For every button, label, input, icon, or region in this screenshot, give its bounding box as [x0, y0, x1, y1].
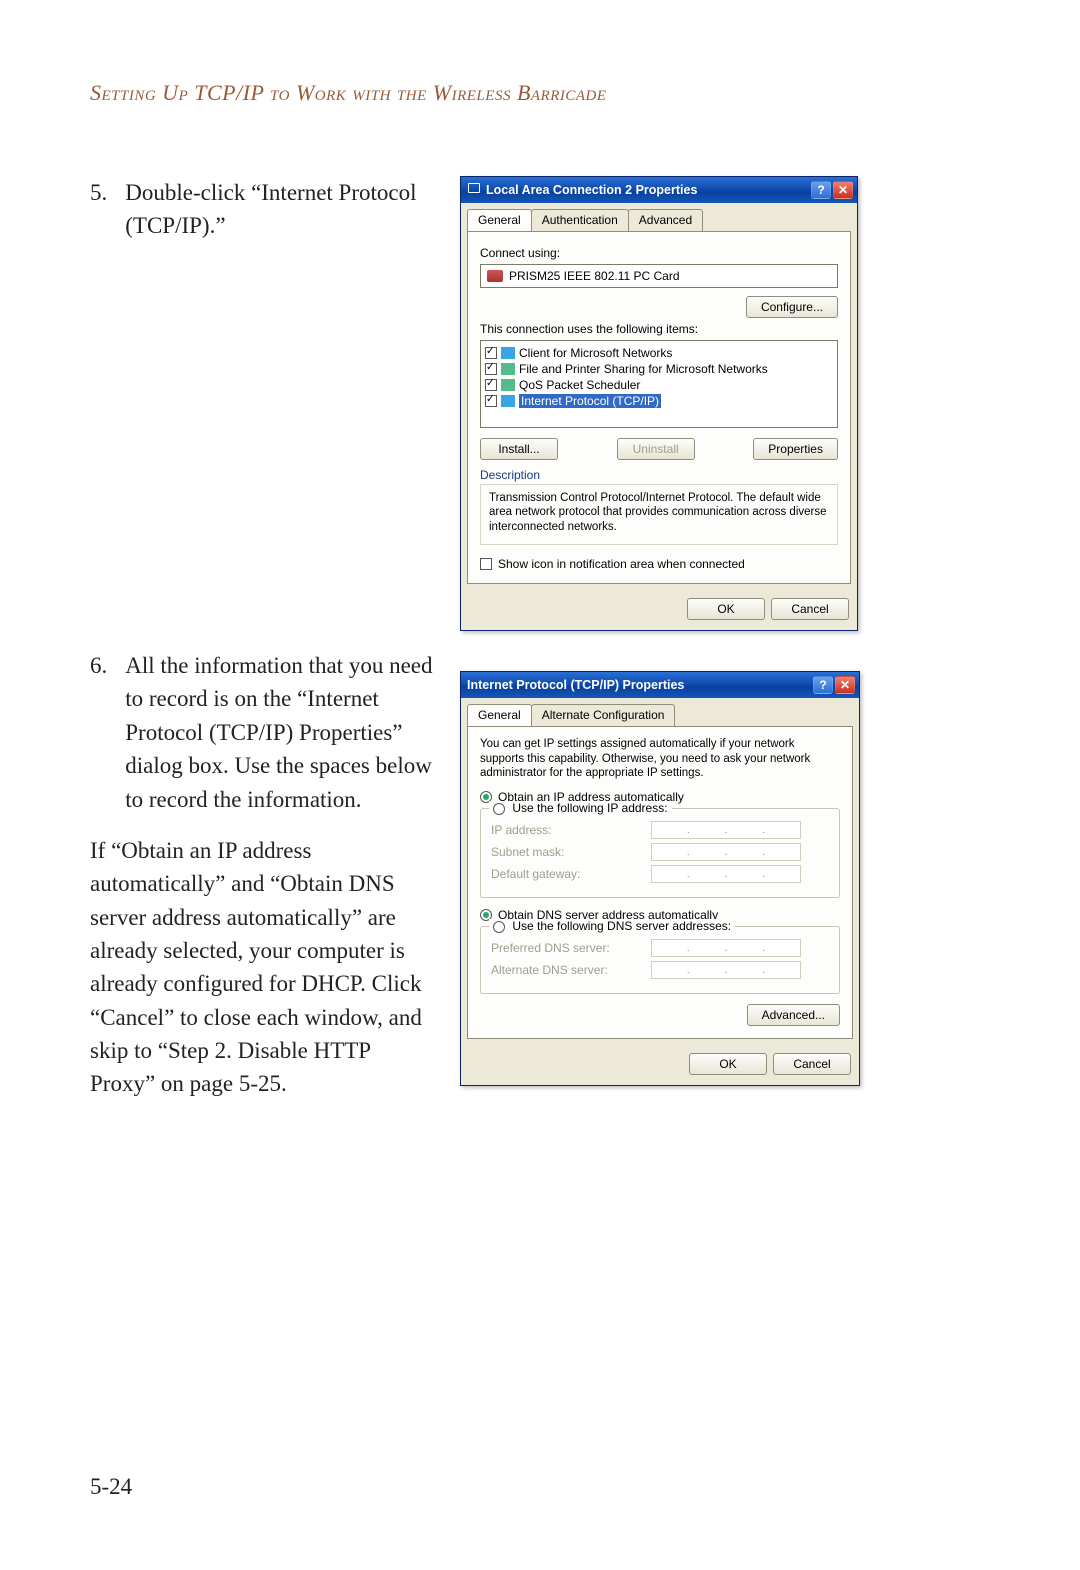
checkbox-icon[interactable]	[485, 395, 497, 407]
component-icon	[501, 395, 515, 407]
list-item-label: File and Printer Sharing for Microsoft N…	[519, 362, 768, 376]
radio-use-dns[interactable]	[493, 921, 505, 933]
preferred-dns-field[interactable]: ...	[651, 939, 801, 957]
step-5: 5. Double-click “Internet Protocol (TCP/…	[90, 176, 440, 243]
radio-use-ip-label: Use the following IP address:	[512, 801, 667, 815]
tcpip-properties-dialog: Internet Protocol (TCP/IP) Properties ? …	[460, 671, 860, 1086]
ip-address-label: IP address:	[491, 823, 641, 837]
description-label: Description	[480, 468, 838, 482]
list-item-label: Internet Protocol (TCP/IP)	[519, 394, 661, 408]
configure-button[interactable]: Configure...	[746, 296, 838, 318]
properties-button[interactable]: Properties	[753, 438, 838, 460]
list-item[interactable]: Client for Microsoft Networks	[485, 345, 833, 361]
tab-alternate-config[interactable]: Alternate Configuration	[531, 704, 676, 726]
ip-address-field[interactable]: ...	[651, 821, 801, 839]
show-icon-label: Show icon in notification area when conn…	[498, 557, 745, 571]
running-head: Setting Up TCP/IP to Work with the Wirel…	[90, 80, 990, 106]
lan-dialog-title: Local Area Connection 2 Properties	[486, 183, 697, 197]
tab-advanced[interactable]: Advanced	[628, 209, 703, 231]
list-item-selected[interactable]: Internet Protocol (TCP/IP)	[485, 393, 833, 409]
tcpip-dialog-titlebar[interactable]: Internet Protocol (TCP/IP) Properties ? …	[461, 672, 859, 698]
default-gateway-field[interactable]: ...	[651, 865, 801, 883]
component-icon	[501, 379, 515, 391]
alternate-dns-label: Alternate DNS server:	[491, 963, 641, 977]
install-button[interactable]: Install...	[480, 438, 558, 460]
close-icon[interactable]: ✕	[833, 181, 853, 199]
tab-authentication[interactable]: Authentication	[531, 209, 629, 231]
conn-items-label: This connection uses the following items…	[480, 322, 838, 336]
close-icon[interactable]: ✕	[835, 676, 855, 694]
tcpip-intro-text: You can get IP settings assigned automat…	[480, 737, 840, 780]
subnet-mask-label: Subnet mask:	[491, 845, 641, 859]
list-item[interactable]: File and Printer Sharing for Microsoft N…	[485, 361, 833, 377]
preferred-dns-label: Preferred DNS server:	[491, 941, 641, 955]
checkbox-icon[interactable]	[485, 363, 497, 375]
connect-using-label: Connect using:	[480, 246, 838, 260]
subnet-mask-field[interactable]: ...	[651, 843, 801, 861]
checkbox-icon[interactable]	[485, 347, 497, 359]
list-item[interactable]: QoS Packet Scheduler	[485, 377, 833, 393]
step-6: 6. All the information that you need to …	[90, 649, 440, 816]
ok-button[interactable]: OK	[687, 598, 765, 620]
list-item-label: Client for Microsoft Networks	[519, 346, 672, 360]
cancel-button[interactable]: Cancel	[771, 598, 849, 620]
adapter-name: PRISM25 IEEE 802.11 PC Card	[509, 269, 680, 283]
lan-dialog-titlebar[interactable]: Local Area Connection 2 Properties ? ✕	[461, 177, 857, 203]
nic-icon	[487, 270, 503, 282]
description-text: Transmission Control Protocol/Internet P…	[480, 484, 838, 545]
step-6-number: 6.	[90, 649, 107, 816]
step-5-text: Double-click “Internet Protocol (TCP/IP)…	[125, 176, 440, 243]
page-number: 5-24	[90, 1474, 132, 1500]
list-item-label: QoS Packet Scheduler	[519, 378, 640, 392]
advanced-button[interactable]: Advanced...	[747, 1004, 840, 1026]
lan-properties-dialog: Local Area Connection 2 Properties ? ✕ G…	[460, 176, 858, 631]
show-icon-checkbox[interactable]	[480, 558, 492, 570]
help-icon[interactable]: ?	[813, 676, 833, 694]
default-gateway-label: Default gateway:	[491, 867, 641, 881]
connection-items-list[interactable]: Client for Microsoft Networks File and P…	[480, 340, 838, 428]
cancel-button[interactable]: Cancel	[773, 1053, 851, 1075]
followup-paragraph: If “Obtain an IP address automatically” …	[90, 834, 440, 1101]
tab-general[interactable]: General	[467, 704, 532, 726]
network-icon	[467, 183, 481, 197]
tcpip-dialog-title: Internet Protocol (TCP/IP) Properties	[467, 678, 684, 692]
step-5-number: 5.	[90, 176, 107, 243]
checkbox-icon[interactable]	[485, 379, 497, 391]
uninstall-button[interactable]: Uninstall	[617, 438, 695, 460]
tab-general[interactable]: General	[467, 209, 532, 231]
adapter-field: PRISM25 IEEE 802.11 PC Card	[480, 264, 838, 288]
component-icon	[501, 363, 515, 375]
step-6-text: All the information that you need to rec…	[125, 649, 440, 816]
radio-use-dns-label: Use the following DNS server addresses:	[512, 919, 731, 933]
ok-button[interactable]: OK	[689, 1053, 767, 1075]
radio-use-ip[interactable]	[493, 803, 505, 815]
help-icon[interactable]: ?	[811, 181, 831, 199]
alternate-dns-field[interactable]: ...	[651, 961, 801, 979]
component-icon	[501, 347, 515, 359]
